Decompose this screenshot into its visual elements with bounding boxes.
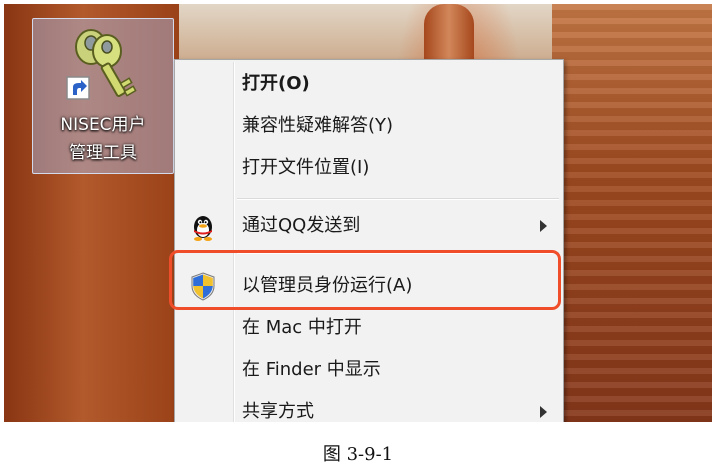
menu-item-compatibility-troubleshoot[interactable]: 兼容性疑难解答(Y) [177,106,561,146]
desktop-wallpaper-mesa [552,4,712,422]
menu-item-label: 打开(O) [242,73,310,94]
menu-item-label: 共享方式 [242,401,314,422]
submenu-arrow-icon [540,406,547,418]
menu-item-label: 在 Finder 中显示 [242,359,381,380]
annotation-highlight-box [169,250,561,310]
desktop-screenshot: NISEC用户 管理工具 打开(O) 兼容性疑难解答(Y) 打开文件位置(I) [4,4,712,422]
menu-item-show-in-finder[interactable]: 在 Finder 中显示 [177,350,561,390]
menu-item-label: 打开文件位置(I) [242,157,370,178]
context-menu: 打开(O) 兼容性疑难解答(Y) 打开文件位置(I) 通过QQ发送到 以管理员身… [174,59,564,422]
desktop-icon-label: NISEC用户 管理工具 [60,115,146,163]
menu-separator [237,198,559,200]
qq-penguin-icon [194,216,212,241]
menu-item-label: 兼容性疑难解答(Y) [242,115,394,136]
menu-item-share-with[interactable]: 共享方式 [177,392,561,422]
key-icon [66,29,137,100]
desktop-shortcut-nisec-user-tool[interactable]: NISEC用户 管理工具 [32,18,174,174]
menu-item-label: 通过QQ发送到 [242,215,361,236]
menu-item-open-in-mac[interactable]: 在 Mac 中打开 [177,308,561,348]
menu-item-label: 在 Mac 中打开 [242,317,362,338]
menu-item-open[interactable]: 打开(O) [177,64,561,104]
submenu-arrow-icon [540,220,547,232]
menu-item-send-via-qq[interactable]: 通过QQ发送到 [177,206,561,246]
menu-item-open-file-location[interactable]: 打开文件位置(I) [177,148,561,188]
figure-caption: 图 3-9-1 [322,444,394,465]
